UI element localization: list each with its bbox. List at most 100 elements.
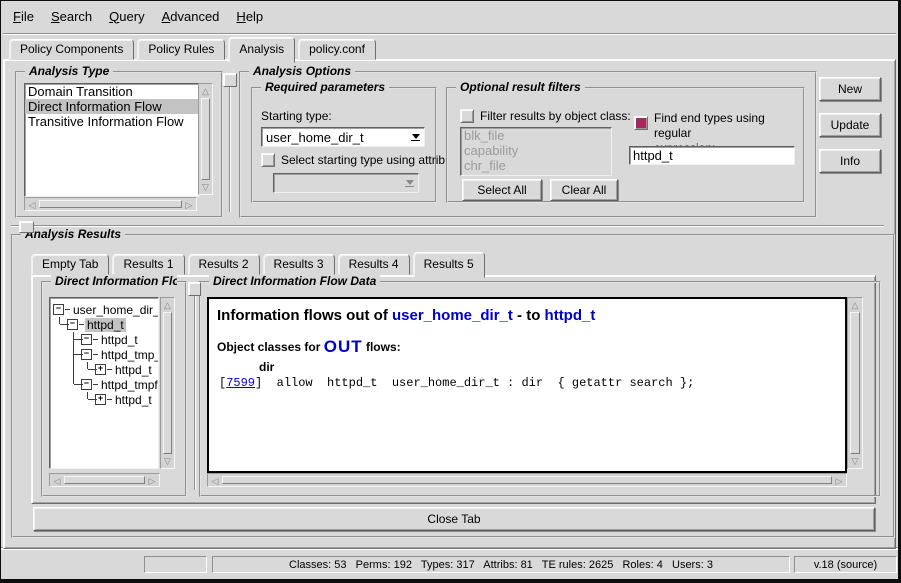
menu-item-search[interactable]: Search bbox=[51, 9, 92, 24]
tree-row-httpd-t[interactable]: −httpd_t bbox=[53, 332, 158, 347]
regex-input[interactable] bbox=[629, 146, 795, 165]
starting-type-combobox[interactable]: user_home_dir_t bbox=[261, 127, 425, 147]
close-tab-button[interactable]: Close Tab bbox=[33, 507, 875, 531]
analysis-type-frame: Analysis Type Domain TransitionDirect In… bbox=[15, 71, 223, 218]
scroll-thumb[interactable] bbox=[163, 312, 172, 454]
results-tab-results-4[interactable]: Results 4 bbox=[338, 254, 410, 275]
scroll-up-icon[interactable] bbox=[849, 299, 861, 311]
analysis-type-option-domain-transition[interactable]: Domain Transition bbox=[25, 84, 198, 99]
scroll-left-icon[interactable] bbox=[209, 475, 221, 487]
sash-handle[interactable] bbox=[188, 282, 201, 296]
analysis-type-vscrollbar[interactable] bbox=[198, 83, 213, 195]
results-tab-results-5[interactable]: Results 5 bbox=[413, 252, 485, 278]
analysis-type-hscrollbar[interactable] bbox=[24, 197, 197, 211]
regex-checkbox[interactable] bbox=[634, 116, 648, 130]
attrib-checkbox[interactable] bbox=[261, 153, 275, 167]
tree-node-label: httpd_t bbox=[113, 363, 154, 377]
sash-handle[interactable] bbox=[223, 73, 237, 87]
select-all-button[interactable]: Select All bbox=[462, 179, 542, 201]
attrib-checkbox-row: Select starting type using attrib: bbox=[261, 153, 431, 167]
update-button[interactable]: Update bbox=[819, 113, 881, 137]
tree-row-httpd-t[interactable]: +httpd_t bbox=[53, 392, 158, 407]
flow-data-text[interactable]: Information flows out of user_home_dir_t… bbox=[207, 297, 847, 473]
scroll-thumb[interactable] bbox=[39, 200, 182, 208]
object-classes-heading: Object classes for OUT flows: bbox=[217, 337, 845, 357]
analysis-type-list[interactable]: Domain TransitionDirect Information Flow… bbox=[24, 83, 199, 197]
tree-connector bbox=[53, 377, 67, 392]
scroll-thumb[interactable] bbox=[222, 476, 832, 484]
scroll-right-icon[interactable] bbox=[183, 199, 195, 211]
optional-filters-title: Optional result filters bbox=[456, 80, 585, 94]
flow-source-type: user_home_dir_t bbox=[392, 307, 513, 324]
tree-node-label: httpd_t bbox=[85, 318, 126, 332]
menu-bar: File Search Query Advanced Help bbox=[1, 1, 898, 31]
results-tab-bar: Empty TabResults 1Results 2Results 3Resu… bbox=[31, 250, 488, 275]
main-tab-bar: Policy ComponentsPolicy RulesAnalysispol… bbox=[9, 36, 379, 60]
tab-analysis[interactable]: Analysis bbox=[228, 37, 295, 63]
object-class-checkbox[interactable] bbox=[460, 109, 474, 123]
object-class-checkbox-label: Filter results by object class: bbox=[480, 109, 631, 123]
status-bar: Classes: 53 Perms: 192 Types: 317 Attrib… bbox=[1, 549, 898, 579]
scroll-left-icon[interactable] bbox=[26, 199, 38, 211]
scroll-down-icon[interactable] bbox=[162, 455, 173, 467]
analysis-type-option-transitive-information-flow[interactable]: Transitive Information Flow bbox=[25, 114, 198, 129]
flow-data-frame: Direct Information Flow Data Information… bbox=[199, 281, 881, 497]
optional-filters-frame: Optional result filters Filter results b… bbox=[446, 87, 805, 203]
scroll-thumb[interactable] bbox=[850, 312, 860, 454]
menu-item-advanced[interactable]: Advanced bbox=[162, 9, 220, 24]
scroll-down-icon[interactable] bbox=[200, 181, 211, 193]
data-hscrollbar[interactable] bbox=[207, 473, 847, 487]
data-vscrollbar[interactable] bbox=[847, 297, 863, 469]
clear-all-button[interactable]: Clear All bbox=[550, 179, 618, 201]
tree-connector bbox=[79, 324, 84, 325]
analysis-type-option-direct-information-flow[interactable]: Direct Information Flow bbox=[25, 99, 198, 114]
scroll-up-icon[interactable] bbox=[162, 299, 173, 311]
menubar-separator bbox=[3, 33, 896, 35]
tab-policy-rules[interactable]: Policy Rules bbox=[137, 39, 225, 60]
rule-number-link[interactable]: 7599 bbox=[226, 376, 255, 390]
tree-row-httpd-t[interactable]: −httpd_t bbox=[53, 317, 158, 332]
results-tab-empty-tab[interactable]: Empty Tab bbox=[31, 254, 109, 275]
object-class-checkbox-row: Filter results by object class: bbox=[460, 109, 631, 123]
tree-vscrollbar[interactable] bbox=[160, 297, 175, 469]
analysis-options-title: Analysis Options bbox=[249, 64, 355, 78]
tree-row-httpd-tmp-t[interactable]: −httpd_tmp_t bbox=[53, 347, 158, 362]
required-parameters-frame: Required parameters Starting type: user_… bbox=[251, 87, 437, 203]
object-class-blk-file: blk_file bbox=[461, 128, 611, 143]
tree-connector bbox=[53, 347, 67, 362]
scroll-down-icon[interactable] bbox=[849, 455, 861, 467]
menu-item-help[interactable]: Help bbox=[236, 9, 263, 24]
scroll-right-icon[interactable] bbox=[833, 475, 845, 487]
results-tab-results-2[interactable]: Results 2 bbox=[188, 254, 260, 275]
tree-connector bbox=[93, 339, 98, 340]
tab-policy-conf[interactable]: policy.conf bbox=[298, 39, 376, 60]
tree-row-httpd-tmpfs[interactable]: −httpd_tmpfs_ bbox=[53, 377, 158, 392]
attrib-checkbox-label: Select starting type using attrib: bbox=[281, 153, 448, 167]
tree-row-user-home-dir-t[interactable]: −user_home_dir_t bbox=[53, 302, 158, 317]
sash-handle[interactable] bbox=[19, 221, 34, 233]
tree-connector bbox=[65, 309, 70, 310]
analysis-options-frame: Analysis Options Required parameters Sta… bbox=[239, 71, 817, 218]
menu-item-query[interactable]: Query bbox=[109, 9, 144, 24]
te-rule-line: [7599] allow httpd_t user_home_dir_t : d… bbox=[219, 376, 845, 390]
scroll-left-icon[interactable] bbox=[51, 475, 63, 487]
flow-tree[interactable]: −user_home_dir_t−httpd_t−httpd_t−httpd_t… bbox=[49, 297, 159, 469]
menu-item-file[interactable]: File bbox=[13, 9, 34, 24]
tree-expander-minus-icon[interactable]: − bbox=[53, 304, 64, 315]
tree-row-httpd-t[interactable]: +httpd_t bbox=[53, 362, 158, 377]
tree-connector bbox=[53, 317, 67, 332]
tab-policy-components[interactable]: Policy Components bbox=[9, 39, 134, 60]
new-button[interactable]: New bbox=[819, 77, 881, 101]
scroll-thumb[interactable] bbox=[64, 476, 145, 484]
dropdown-arrow-icon[interactable] bbox=[407, 128, 424, 146]
flow-tree-frame: Direct Information Flow T −user_home_dir… bbox=[41, 281, 187, 497]
object-class-chr-file: chr_file bbox=[461, 158, 611, 173]
tree-connector bbox=[53, 392, 67, 407]
scroll-up-icon[interactable] bbox=[200, 85, 211, 97]
scroll-right-icon[interactable] bbox=[146, 475, 158, 487]
results-tab-results-3[interactable]: Results 3 bbox=[263, 254, 335, 275]
scroll-thumb[interactable] bbox=[201, 98, 210, 180]
info-button[interactable]: Info bbox=[819, 149, 881, 173]
results-tab-results-1[interactable]: Results 1 bbox=[112, 254, 184, 275]
tree-hscrollbar[interactable] bbox=[49, 473, 160, 487]
